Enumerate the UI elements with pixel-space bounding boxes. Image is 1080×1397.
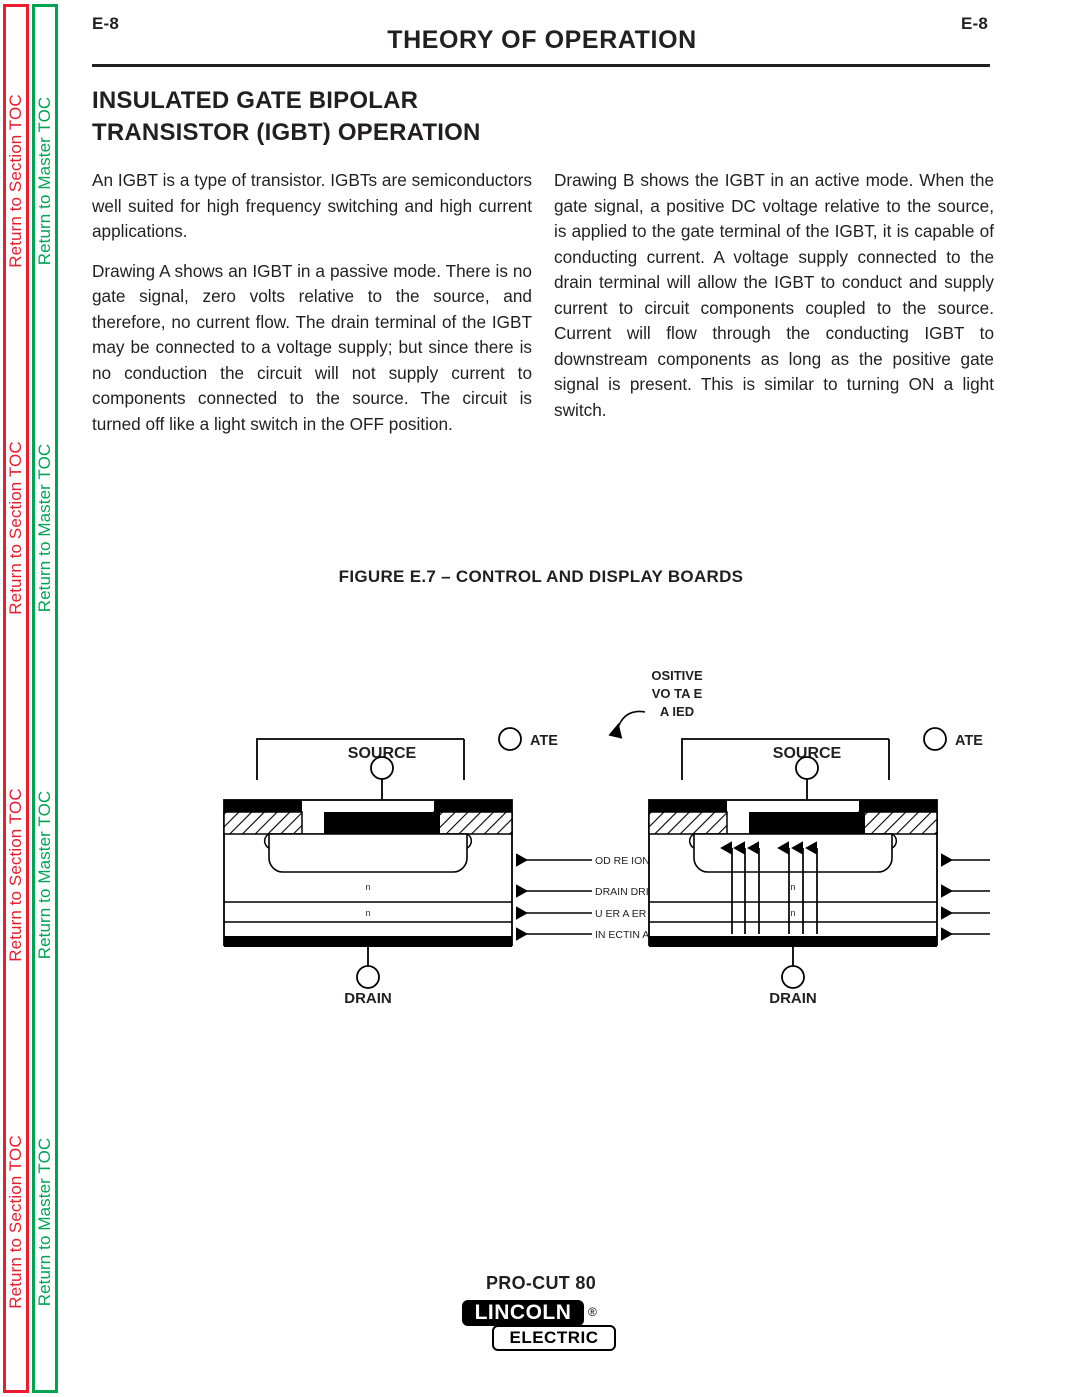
brand-wordmark-lincoln: LINCOLN: [462, 1300, 584, 1326]
registered-trademark-icon: ®: [588, 1305, 597, 1319]
oxide-left-b: [648, 811, 728, 835]
section-heading: INSULATED GATE BIPOLAR TRANSISTOR (IGBT)…: [92, 85, 562, 149]
master-toc-label[interactable]: Return to Master TOC: [35, 96, 55, 265]
section-toc-label[interactable]: Return to Section TOC: [6, 441, 26, 614]
section-toc-label[interactable]: Return to Section TOC: [6, 1136, 26, 1309]
gate-terminal-label-b: ATE: [955, 733, 983, 749]
igbt-cross-section-svg: ATE SOURCE n n DRAIN OD RE ION DRAIN DRI…: [223, 668, 1080, 1034]
sidebar-item-master-toc[interactable]: Return to Master TOC Return to Master TOC…: [32, 4, 58, 1393]
section-heading-line-1: INSULATED GATE BIPOLAR: [92, 87, 419, 114]
body-region-a: [268, 833, 468, 873]
diagram-b-active: OSITIVE VO TA E A IED ATE SOURCE n n DRA…: [608, 668, 1080, 1034]
positive-voltage-annotation-line2: VO TA E: [652, 686, 703, 701]
gate-metal-left-a: [224, 800, 302, 812]
section-toc-label[interactable]: Return to Section TOC: [6, 788, 26, 961]
master-toc-label[interactable]: Return to Master TOC: [35, 444, 55, 613]
drain-terminal-label-b: DRAIN: [769, 990, 817, 1007]
drain-metal-b: [649, 936, 937, 947]
drain-metal-a: [224, 936, 512, 947]
page-content: E-8 E-8 THEORY OF OPERATION INSULATED GA…: [92, 0, 1080, 1397]
lincoln-electric-logo: LINCOLN ® ELECTRIC: [462, 1300, 620, 1356]
page-title: THEORY OF OPERATION: [387, 26, 697, 54]
callout-body-region-a: OD RE ION: [595, 855, 650, 867]
sidebar-item-section-toc[interactable]: Return to Section TOC Return to Section T…: [3, 4, 29, 1393]
buffer-label-a: n: [365, 908, 370, 918]
gate-metal-left-b: [649, 800, 727, 812]
paragraph: Drawing A shows an IGBT in a passive mod…: [92, 260, 532, 434]
gate-metal-right-b: [859, 800, 937, 812]
drift-label-b: n: [790, 882, 795, 892]
figure-caption: FIGURE E.7 – CONTROL AND DISPLAY BOARDS: [338, 567, 744, 586]
master-toc-label[interactable]: Return to Master TOC: [35, 1138, 55, 1307]
gate-terminal-node-b: [923, 727, 947, 751]
drift-label-a: n: [365, 882, 370, 892]
oxide-right-a: [433, 811, 513, 835]
paragraph: Drawing B shows the IGBT in an active mo…: [554, 170, 994, 420]
drain-terminal-node-a: [356, 965, 380, 989]
figure-igbt-diagrams: ATE SOURCE n n DRAIN OD RE ION DRAIN DRI…: [92, 640, 1080, 1034]
diagram-a-passive: ATE SOURCE n n DRAIN OD RE ION DRAIN DRI…: [223, 727, 697, 1034]
body-region-b: [693, 833, 893, 873]
gate-terminal-node-a: [498, 727, 522, 751]
oxide-right-b: [858, 811, 938, 835]
paragraph: An IGBT is a type of transistor. IGBTs a…: [92, 170, 532, 242]
source-terminal-node-b: [795, 756, 819, 780]
callout-leaders-b: [941, 853, 1015, 941]
page-header: E-8 E-8 THEORY OF OPERATION: [92, 0, 992, 67]
header-divider: [92, 64, 990, 67]
source-metal-a: [324, 812, 440, 836]
section-heading-line-2: TRANSISTOR (IGBT) OPERATION: [92, 118, 481, 146]
toc-sidebar: Return to Section TOC Return to Section T…: [0, 0, 62, 1397]
buffer-label-b: n: [790, 908, 795, 918]
page-footer: PRO-CUT 80 LINCOLN ® ELECTRIC: [92, 1273, 990, 1397]
gate-metal-right-a: [434, 800, 512, 812]
drain-terminal-label-a: DRAIN: [344, 990, 392, 1007]
brand-wordmark-electric: ELECTRIC: [492, 1325, 616, 1351]
source-terminal-node-a: [370, 756, 394, 780]
source-metal-b: [749, 812, 865, 836]
positive-voltage-annotation-line3: A IED: [660, 704, 694, 719]
gate-terminal-label-a: ATE: [530, 733, 558, 749]
oxide-left-a: [223, 811, 303, 835]
section-toc-label[interactable]: Return to Section TOC: [6, 94, 26, 267]
body-text-column-left: An IGBT is a type of transistor. IGBTs a…: [92, 168, 532, 437]
drain-terminal-node-b: [781, 965, 805, 989]
product-model-label: PRO-CUT 80: [485, 1273, 596, 1293]
master-toc-label[interactable]: Return to Master TOC: [35, 791, 55, 960]
callout-leaders-a: [516, 853, 592, 941]
positive-voltage-annotation-line1: OSITIVE: [651, 668, 703, 683]
body-text-column-right: Drawing B shows the IGBT in an active mo…: [554, 168, 994, 423]
callout-buffer-layer-a: U ER A ER: [595, 908, 647, 920]
positive-voltage-pointer-arrow: [608, 710, 646, 739]
